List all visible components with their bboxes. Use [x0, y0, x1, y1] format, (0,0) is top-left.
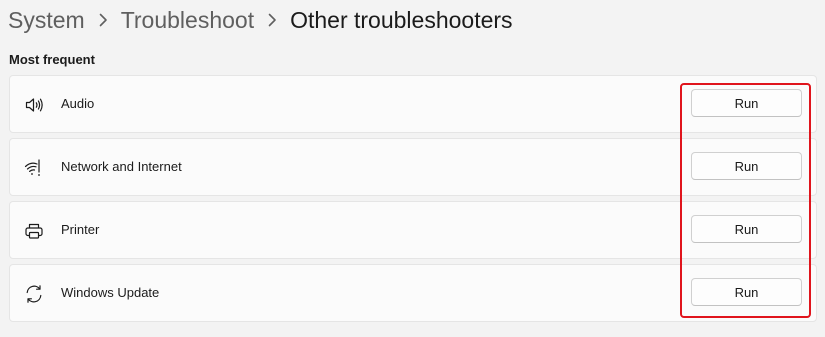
troubleshooter-label: Windows Update: [61, 285, 160, 300]
troubleshooter-row-printer: Printer Run: [9, 201, 817, 259]
breadcrumb-item-troubleshoot[interactable]: Troubleshoot: [121, 7, 254, 34]
wifi-icon: [24, 158, 44, 178]
troubleshooter-label: Audio: [61, 96, 95, 111]
page-title: Other troubleshooters: [290, 6, 513, 33]
breadcrumb-item-system[interactable]: System: [8, 7, 85, 34]
chevron-right-icon: [268, 13, 277, 27]
troubleshooter-list: Audio Run Network and Internet Run Print…: [9, 75, 817, 327]
run-network-button[interactable]: Run: [691, 152, 802, 180]
troubleshooter-row-audio: Audio Run: [9, 75, 817, 133]
troubleshooter-label: Network and Internet: [61, 159, 182, 174]
run-audio-button[interactable]: Run: [691, 89, 802, 117]
troubleshooter-row-windows-update: Windows Update Run: [9, 264, 817, 322]
speaker-icon: [24, 95, 44, 115]
refresh-icon: [24, 284, 44, 304]
chevron-right-icon: [99, 13, 108, 27]
breadcrumb: System Troubleshoot Other troubleshooter…: [8, 2, 513, 38]
run-windows-update-button[interactable]: Run: [691, 278, 802, 306]
printer-icon: [24, 221, 44, 241]
section-title: Most frequent: [9, 52, 95, 67]
run-printer-button[interactable]: Run: [691, 215, 802, 243]
troubleshooter-row-network: Network and Internet Run: [9, 138, 817, 196]
troubleshooter-label: Printer: [61, 222, 100, 237]
